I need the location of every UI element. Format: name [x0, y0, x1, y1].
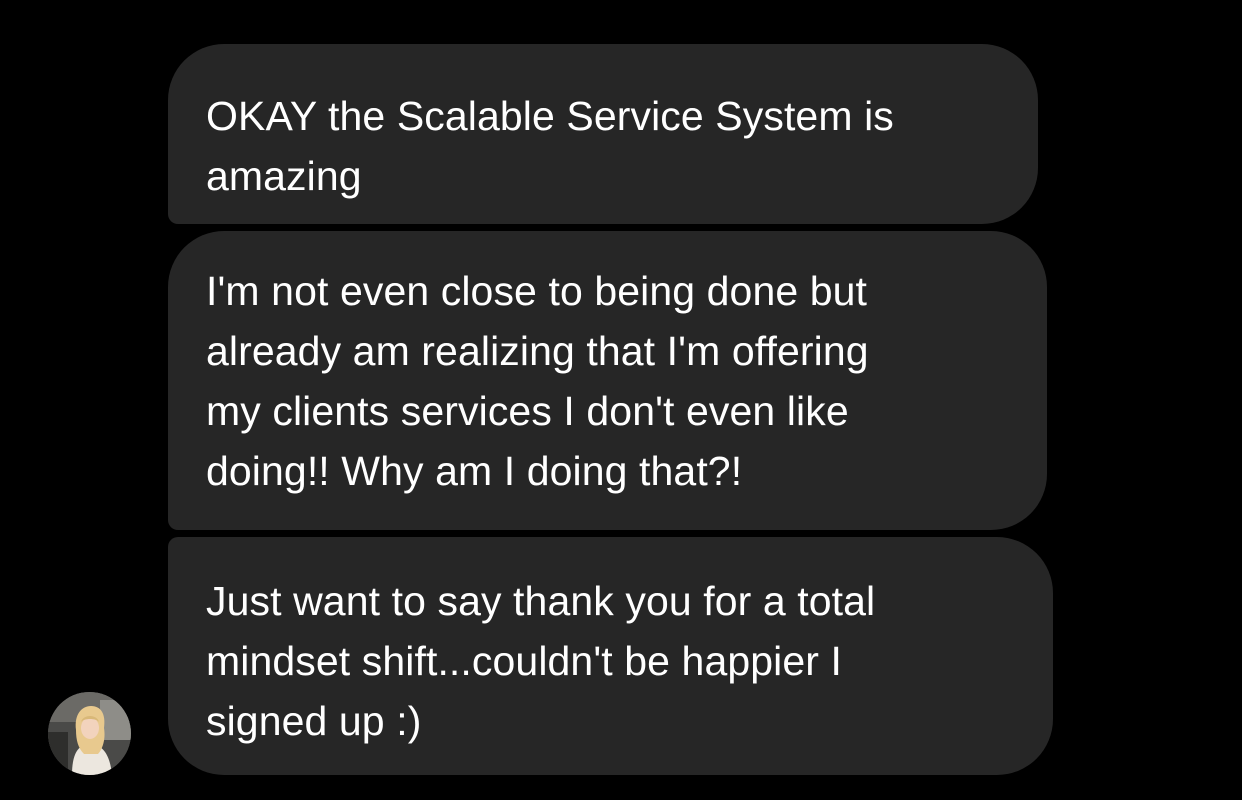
message-text: OKAY the Scalable Service System is amaz…	[206, 93, 894, 199]
message-bubble[interactable]: I'm not even close to being done but alr…	[168, 231, 1047, 530]
message-bubble[interactable]: OKAY the Scalable Service System is amaz…	[168, 44, 1038, 224]
user-avatar-icon	[48, 692, 131, 775]
message-text: I'm not even close to being done but alr…	[206, 268, 869, 494]
message-text: Just want to say thank you for a total m…	[206, 578, 876, 744]
message-thread: OKAY the Scalable Service System is amaz…	[0, 0, 1242, 800]
avatar[interactable]	[48, 692, 131, 775]
message-bubble[interactable]: Just want to say thank you for a total m…	[168, 537, 1053, 775]
